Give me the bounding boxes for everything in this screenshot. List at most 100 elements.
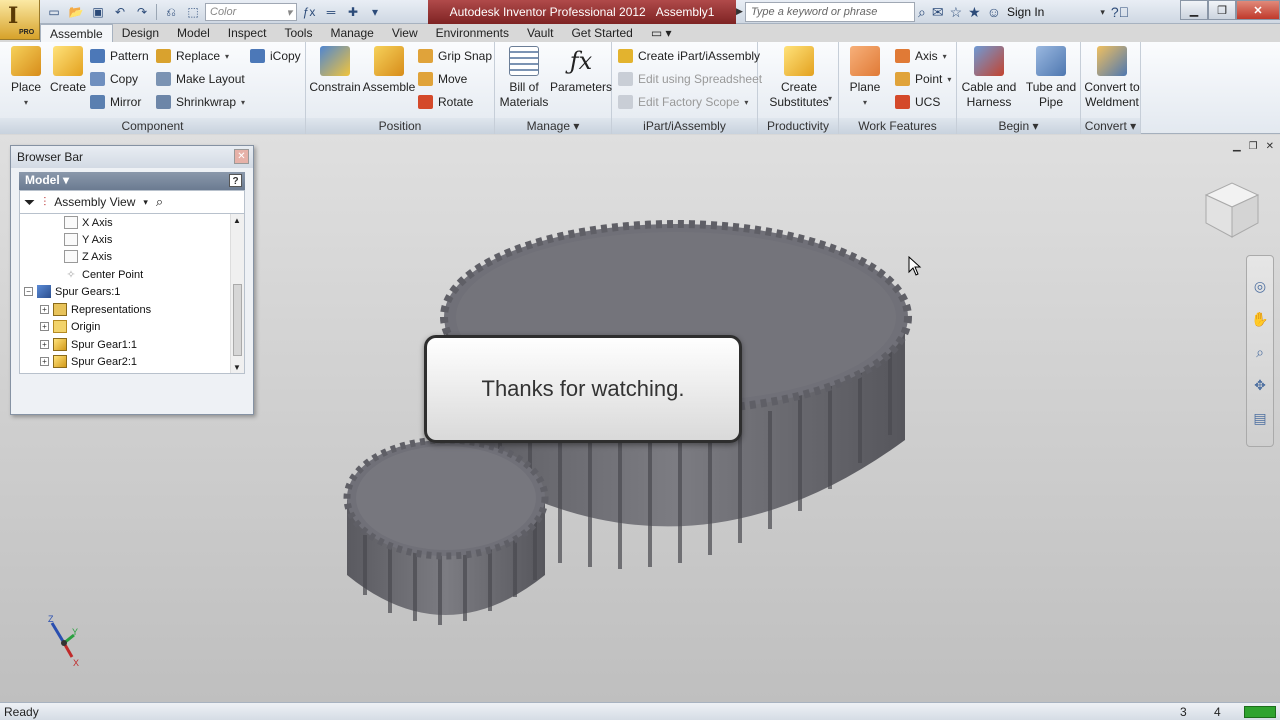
- shrinkwrap-button[interactable]: Shrinkwrap ▾: [156, 95, 245, 109]
- tab-view[interactable]: View: [383, 24, 427, 42]
- tree-item-spur-gear1[interactable]: + Spur Gear1:1: [40, 336, 137, 353]
- grip-snap-button[interactable]: Grip Snap: [418, 49, 492, 63]
- new-file-icon[interactable]: ▭: [44, 3, 64, 21]
- steering-wheel-icon[interactable]: ◎: [1254, 278, 1266, 295]
- close-button[interactable]: ✕: [1236, 0, 1280, 20]
- place-button[interactable]: Place ▾: [6, 46, 46, 110]
- edit-factory-button[interactable]: Edit Factory Scope ▾: [618, 95, 748, 109]
- tab-tools[interactable]: Tools: [275, 24, 321, 42]
- collapse-icon[interactable]: −: [24, 287, 33, 296]
- orbit-icon[interactable]: ✥: [1254, 377, 1266, 394]
- sign-in-link[interactable]: Sign In: [1007, 5, 1044, 19]
- help-icon[interactable]: ?: [229, 174, 242, 187]
- ucs-button[interactable]: UCS: [895, 95, 940, 109]
- open-file-icon[interactable]: 📂: [66, 3, 86, 21]
- chevron-down-icon[interactable]: ▾: [573, 119, 579, 133]
- chevron-down-icon[interactable]: ▾: [1130, 119, 1136, 133]
- tab-environments[interactable]: Environments: [427, 24, 518, 42]
- tree-item-representations[interactable]: + Representations: [40, 301, 151, 318]
- pattern-button[interactable]: Pattern: [90, 49, 149, 63]
- chevron-down-icon[interactable]: ▾: [828, 94, 832, 103]
- bill-of-materials-button[interactable]: Bill of Materials: [497, 46, 551, 110]
- point-button[interactable]: Point ▾: [895, 72, 951, 86]
- expand-icon[interactable]: +: [40, 305, 49, 314]
- chevron-down-icon[interactable]: ▾: [1100, 7, 1105, 18]
- tab-get-started[interactable]: Get Started: [562, 24, 641, 42]
- assemble-button[interactable]: Assemble: [363, 46, 415, 95]
- tab-assemble[interactable]: Assemble: [40, 24, 113, 42]
- subscription-icon[interactable]: ✉: [932, 4, 944, 21]
- create-ipart-button[interactable]: Create iPart/iAssembly: [618, 49, 760, 63]
- replace-button[interactable]: Replace ▾: [156, 49, 229, 63]
- tab-inspect[interactable]: Inspect: [219, 24, 276, 42]
- convert-weldment-button[interactable]: Convert to Weldment: [1083, 46, 1141, 110]
- search-input[interactable]: Type a keyword or phrase: [745, 2, 915, 22]
- minimize-button[interactable]: ▁: [1180, 0, 1208, 20]
- cable-harness-button[interactable]: Cable and Harness: [959, 46, 1019, 110]
- tree-scrollbar[interactable]: ▲ ▼: [230, 214, 244, 373]
- add-icon[interactable]: ✚: [343, 3, 363, 21]
- tab-vault[interactable]: Vault: [518, 24, 562, 42]
- chevron-down-icon[interactable]: ▾: [143, 197, 148, 208]
- favorites-icon[interactable]: ★: [968, 4, 981, 21]
- fx-icon[interactable]: ƒx: [299, 3, 319, 21]
- icopy-button[interactable]: iCopy: [250, 49, 301, 63]
- binoculars-icon[interactable]: ⌕: [918, 4, 926, 21]
- color-combo[interactable]: Color ▾: [205, 3, 297, 21]
- application-menu-button[interactable]: I PRO: [0, 0, 40, 40]
- browser-title-bar[interactable]: Browser Bar ✕: [11, 146, 253, 168]
- save-icon[interactable]: ▣: [88, 3, 108, 21]
- tree-item-spur-gear2[interactable]: + Spur Gear2:1: [40, 353, 137, 370]
- view-mode-select[interactable]: Assembly View: [54, 195, 135, 209]
- ribbon-options-icon[interactable]: ▭ ▾: [642, 24, 681, 42]
- undo-icon[interactable]: ↶: [110, 3, 130, 21]
- move-button[interactable]: Move: [418, 72, 467, 86]
- plane-button[interactable]: Plane ▾: [845, 46, 885, 110]
- tube-pipe-button[interactable]: Tube and Pipe: [1023, 46, 1079, 110]
- rotate-button[interactable]: Rotate: [418, 95, 473, 109]
- restore-button[interactable]: ❐: [1208, 0, 1236, 20]
- customize-icon[interactable]: ▾: [365, 3, 385, 21]
- help-icon[interactable]: ?⃝: [1111, 4, 1129, 20]
- tree-item-spur-gears[interactable]: − Spur Gears:1: [24, 283, 120, 300]
- create-button[interactable]: Create: [48, 46, 88, 95]
- axis-button[interactable]: Axis ▾: [895, 49, 947, 63]
- parameters-button[interactable]: ƒx Parameters: [550, 46, 612, 95]
- tab-design[interactable]: Design: [113, 24, 168, 42]
- tree-item-x-axis[interactable]: X Axis: [64, 214, 113, 231]
- measure-icon[interactable]: ═: [321, 3, 341, 21]
- tab-manage[interactable]: Manage: [321, 24, 382, 42]
- tree-item-z-axis[interactable]: Z Axis: [64, 248, 112, 265]
- tab-model[interactable]: Model: [168, 24, 219, 42]
- constrain-button[interactable]: Constrain: [309, 46, 361, 95]
- expand-icon[interactable]: +: [40, 357, 49, 366]
- viewcube-icon[interactable]: [1204, 182, 1260, 238]
- select-icon[interactable]: ⬚: [183, 3, 203, 21]
- search-expand-icon[interactable]: ▶: [736, 6, 743, 17]
- chevron-down-icon[interactable]: ▾: [1033, 119, 1039, 133]
- filter-icon[interactable]: ⏷: [24, 194, 35, 211]
- look-at-icon[interactable]: ▤: [1253, 410, 1266, 427]
- make-layout-button[interactable]: Make Layout: [156, 72, 245, 86]
- scroll-down-icon[interactable]: ▼: [233, 363, 241, 372]
- edit-spreadsheet-button[interactable]: Edit using Spreadsheet: [618, 72, 762, 86]
- tree-item-origin[interactable]: + Origin: [40, 318, 100, 335]
- expand-icon[interactable]: +: [40, 322, 49, 331]
- zoom-icon[interactable]: ⌕: [1256, 344, 1264, 361]
- close-icon[interactable]: ✕: [234, 149, 249, 164]
- user-icon[interactable]: ☺: [987, 4, 1001, 20]
- tree-item-y-axis[interactable]: Y Axis: [64, 231, 112, 248]
- return-icon[interactable]: ⎌: [161, 3, 181, 21]
- find-icon[interactable]: ⌕: [156, 194, 163, 210]
- expand-icon[interactable]: +: [40, 340, 49, 349]
- create-substitutes-button[interactable]: Create Substitutes: [764, 46, 834, 110]
- pan-icon[interactable]: ✋: [1251, 311, 1268, 328]
- model-dropdown[interactable]: Model ▾ ?: [19, 172, 245, 190]
- mirror-button[interactable]: Mirror: [90, 95, 141, 109]
- tree-item-center-point[interactable]: ✧ Center Point: [64, 266, 143, 283]
- redo-icon[interactable]: ↷: [132, 3, 152, 21]
- small-gear[interactable]: [343, 436, 549, 625]
- copy-button[interactable]: Copy: [90, 72, 138, 86]
- communication-icon[interactable]: ☆: [950, 4, 963, 21]
- scroll-up-icon[interactable]: ▲: [233, 216, 241, 225]
